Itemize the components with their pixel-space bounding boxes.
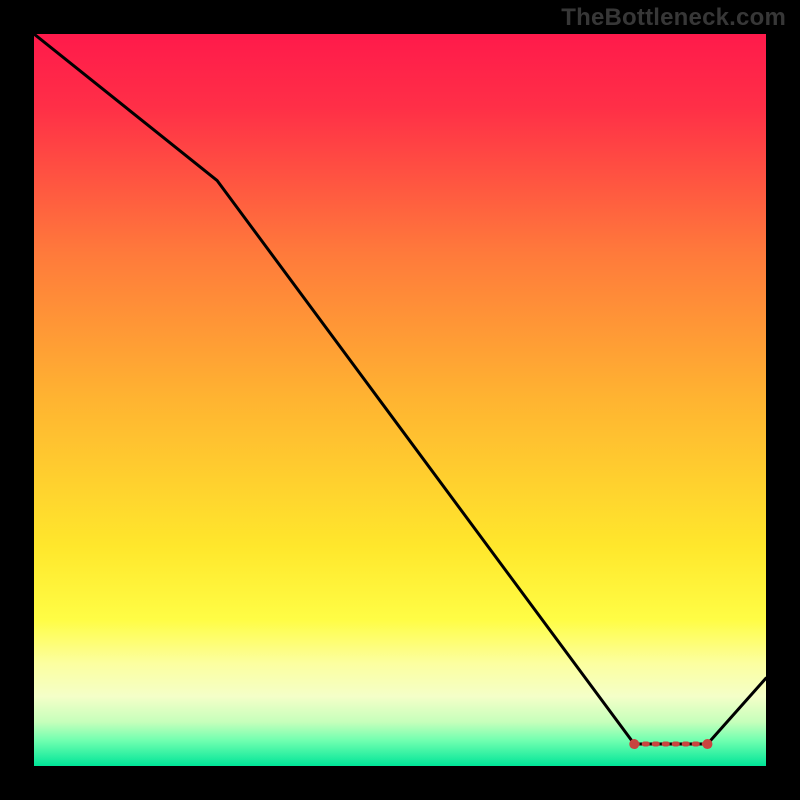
minimum-marker-start [629, 739, 639, 749]
chart-plot-area [34, 34, 766, 766]
minimum-marker-end [702, 739, 712, 749]
chart-svg [34, 34, 766, 766]
watermark-text: TheBottleneck.com [561, 4, 786, 32]
gradient-background [34, 34, 766, 766]
chart-frame: TheBottleneck.com [0, 0, 800, 800]
